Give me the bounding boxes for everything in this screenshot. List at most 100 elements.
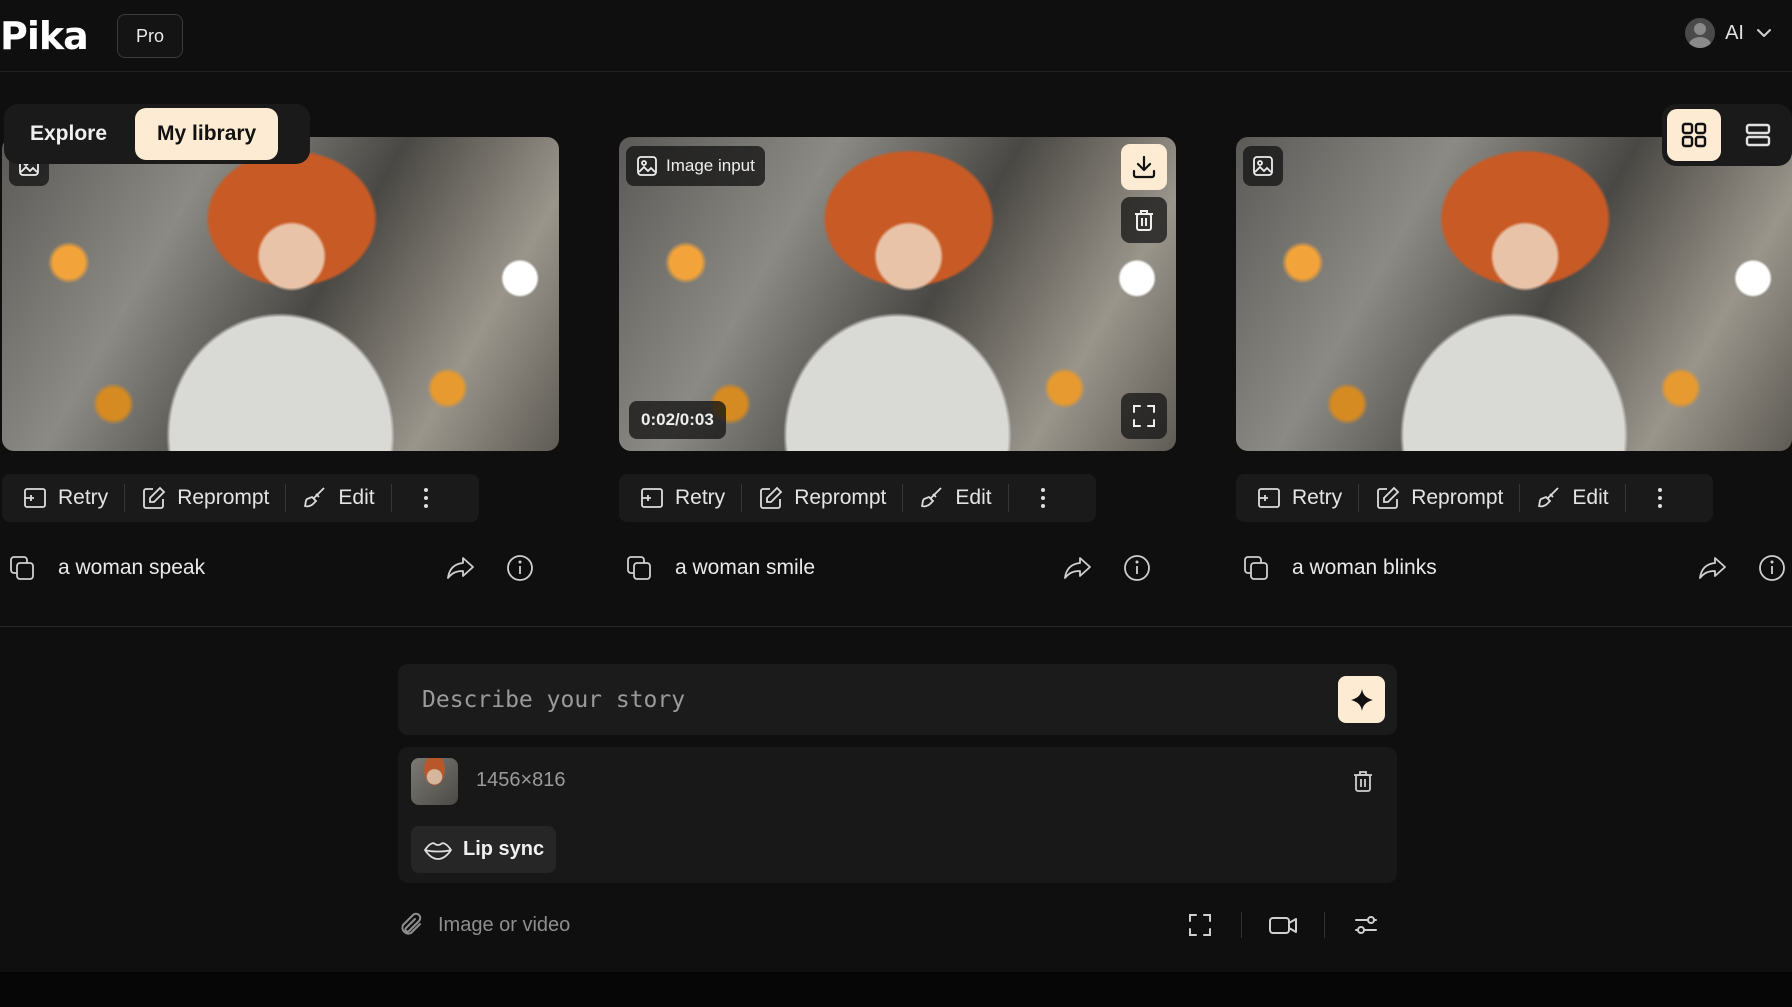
edit-label: Edit — [1572, 486, 1609, 509]
more-options-button[interactable] — [408, 474, 444, 522]
fullscreen-icon — [1131, 403, 1157, 429]
grid-icon — [1680, 121, 1708, 149]
image-icon — [1252, 155, 1274, 177]
more-options-button[interactable] — [1025, 474, 1061, 522]
delete-button[interactable] — [1121, 197, 1167, 243]
divider — [902, 484, 904, 512]
story-input[interactable] — [422, 682, 1322, 718]
tab-explore[interactable]: Explore — [8, 108, 129, 160]
divider — [390, 484, 392, 512]
copy-icon[interactable] — [2, 548, 42, 588]
sparkle-icon — [1349, 687, 1375, 713]
brush-icon — [919, 485, 945, 511]
brush-icon — [1536, 485, 1562, 511]
video-card: Image input 0:02/0:03 Retry Reprompt Edi… — [619, 137, 1179, 581]
settings-button[interactable] — [1343, 904, 1389, 946]
tab-my-library[interactable]: My library — [135, 108, 279, 160]
edit-button[interactable]: Edit — [294, 474, 382, 522]
trash-icon — [1131, 207, 1157, 233]
composer-toolbar: Image or video — [398, 900, 1397, 950]
divider — [1324, 912, 1325, 938]
share-icon[interactable] — [1693, 548, 1733, 588]
pencil-square-icon — [141, 485, 167, 511]
info-icon[interactable] — [500, 548, 540, 588]
retry-button[interactable]: Retry — [1248, 474, 1350, 522]
more-options-button[interactable] — [1642, 474, 1678, 522]
reprompt-button[interactable]: Reprompt — [750, 474, 894, 522]
prompt-text: a woman smile — [675, 556, 816, 579]
lips-icon — [423, 839, 453, 861]
divider — [1519, 484, 1521, 512]
video-camera-icon — [1267, 911, 1299, 939]
prompt-row: a woman speak — [2, 543, 562, 593]
attachment-panel: 1456×816 Lip sync — [398, 747, 1397, 883]
share-icon[interactable] — [1058, 548, 1098, 588]
logo[interactable]: Pika — [0, 14, 89, 58]
retry-icon — [22, 485, 48, 511]
info-icon[interactable] — [1117, 548, 1157, 588]
retry-label: Retry — [675, 486, 726, 509]
attach-label: Image or video — [438, 913, 571, 936]
user-name: AI — [1725, 21, 1744, 44]
aspect-ratio-button[interactable] — [1177, 904, 1223, 946]
video-thumbnail[interactable] — [1236, 137, 1792, 451]
pro-badge[interactable]: Pro — [117, 14, 183, 58]
divider — [1241, 912, 1242, 938]
reprompt-button[interactable]: Reprompt — [133, 474, 277, 522]
bottom-bar — [0, 972, 1792, 1007]
attach-media-button[interactable]: Image or video — [398, 911, 570, 939]
video-player[interactable]: Image input 0:02/0:03 — [619, 137, 1176, 451]
prompt-row: a woman smile — [619, 543, 1179, 593]
video-card: Retry Reprompt Edit a woman blinks — [1236, 137, 1792, 581]
card-actions: Retry Reprompt Edit — [2, 474, 479, 522]
chevron-down-icon — [1754, 23, 1774, 43]
divider — [1007, 484, 1009, 512]
divider — [1624, 484, 1626, 512]
retry-icon — [1256, 485, 1282, 511]
frame-icon — [1186, 911, 1214, 939]
divider — [741, 484, 743, 512]
lip-sync-button[interactable]: Lip sync — [411, 826, 557, 873]
composer-tools — [1177, 904, 1389, 946]
remove-attachment-button[interactable] — [1343, 761, 1383, 801]
edit-label: Edit — [338, 486, 375, 509]
divider — [124, 484, 126, 512]
video-card: Retry Reprompt Edit a woman speak — [2, 137, 562, 581]
share-icon[interactable] — [441, 548, 481, 588]
video-mode-button[interactable] — [1260, 904, 1306, 946]
info-icon[interactable] — [1752, 548, 1792, 588]
attachment-dimensions: 1456×816 — [476, 769, 566, 791]
image-input-badge — [1243, 146, 1283, 186]
divider — [285, 484, 287, 512]
pencil-square-icon — [758, 485, 784, 511]
grid-view-button[interactable] — [1667, 109, 1721, 161]
video-thumbnail[interactable] — [2, 137, 559, 451]
image-input-badge: Image input — [626, 146, 765, 186]
card-actions: Retry Reprompt Edit — [1236, 474, 1713, 522]
reprompt-button[interactable]: Reprompt — [1367, 474, 1511, 522]
retry-button[interactable]: Retry — [14, 474, 116, 522]
list-view-button[interactable] — [1731, 109, 1785, 161]
more-vertical-icon — [1650, 485, 1670, 511]
trash-icon — [1350, 768, 1376, 794]
reprompt-label: Reprompt — [794, 486, 887, 509]
copy-icon[interactable] — [619, 548, 659, 588]
prompt-text: a woman speak — [58, 556, 206, 579]
reprompt-label: Reprompt — [177, 486, 270, 509]
user-menu[interactable]: AI — [1685, 18, 1774, 48]
list-icon — [1744, 121, 1772, 149]
edit-button[interactable]: Edit — [1528, 474, 1616, 522]
attachment-thumbnail[interactable] — [411, 758, 458, 805]
download-button[interactable] — [1121, 144, 1167, 190]
prompt-text: a woman blinks — [1292, 556, 1437, 579]
copy-icon[interactable] — [1236, 548, 1276, 588]
more-vertical-icon — [416, 485, 436, 511]
fullscreen-button[interactable] — [1121, 393, 1167, 439]
edit-button[interactable]: Edit — [911, 474, 999, 522]
download-icon — [1130, 153, 1158, 181]
retry-button[interactable]: Retry — [631, 474, 733, 522]
section-divider — [0, 626, 1792, 627]
generate-button[interactable] — [1338, 676, 1385, 723]
story-composer — [398, 664, 1397, 735]
retry-icon — [639, 485, 665, 511]
